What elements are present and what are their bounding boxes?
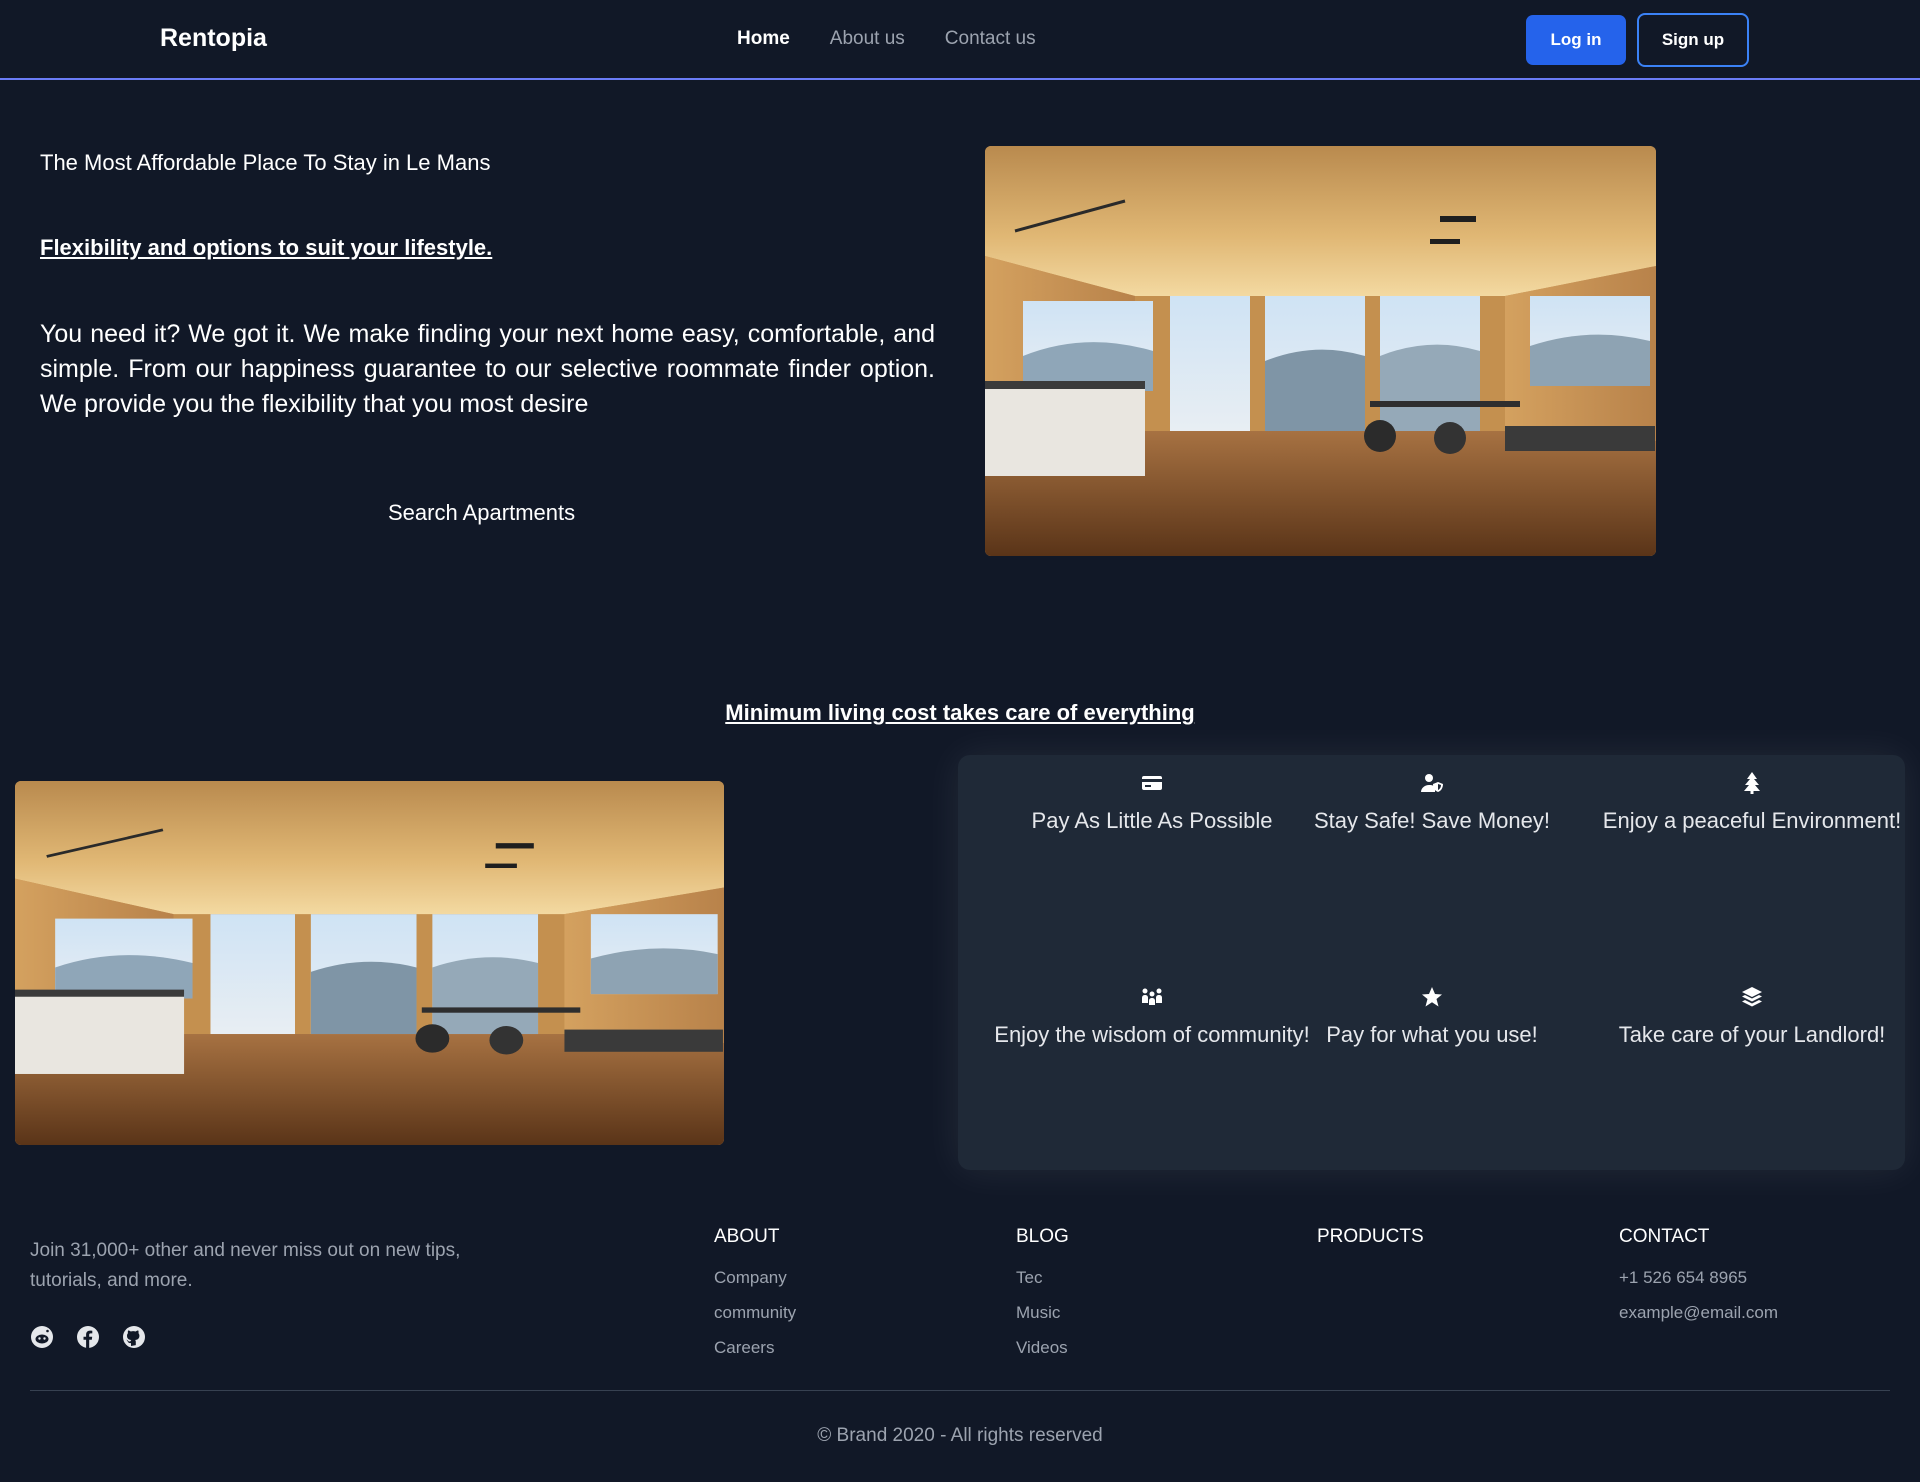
features-interior-image (15, 781, 724, 1145)
footer-contact-phone[interactable]: +1 526 654 8965 (1619, 1260, 1778, 1295)
footer-divider (30, 1390, 1890, 1391)
layers-icon (1740, 985, 1764, 1009)
nav-link-contact[interactable]: Contact us (945, 28, 1036, 50)
nav-link-about[interactable]: About us (830, 28, 905, 50)
feature-item: Pay As Little As Possible (992, 771, 1312, 838)
feature-item: Enjoy the wisdom of community! (992, 985, 1312, 1052)
feature-label: Enjoy the wisdom of community! (994, 1022, 1310, 1047)
people-group-icon (1140, 985, 1164, 1009)
feature-label: Pay for what you use! (1326, 1022, 1538, 1047)
github-icon[interactable] (122, 1325, 146, 1349)
feature-item: Pay for what you use! (1272, 985, 1592, 1052)
footer-column-title: PRODUCTS (1317, 1226, 1424, 1247)
facebook-icon[interactable] (76, 1325, 100, 1349)
footer-column-about: ABOUT Company community Careers (714, 1226, 796, 1365)
navbar: Rentopia Home About us Contact us Log in… (0, 0, 1920, 80)
brand-logo[interactable]: Rentopia (160, 24, 267, 53)
footer-column-blog: BLOG Tec Music Videos (1016, 1226, 1069, 1365)
feature-label: Stay Safe! Save Money! (1313, 808, 1551, 833)
hero-description: You need it? We got it. We make finding … (40, 320, 935, 418)
footer-link-careers[interactable]: Careers (714, 1330, 796, 1365)
features-panel: Pay As Little As Possible Stay Safe! Sav… (958, 755, 1905, 1170)
feature-label: Pay As Little As Possible (1031, 808, 1273, 833)
hero-heading: Flexibility and options to suit your lif… (40, 235, 493, 260)
hero-interior-image (985, 146, 1656, 556)
hero-tagline: The Most Affordable Place To Stay in Le … (40, 150, 491, 175)
social-links (30, 1325, 146, 1349)
search-apartments-link[interactable]: Search Apartments (388, 500, 575, 526)
features-heading: Minimum living cost takes care of everyt… (725, 700, 1195, 725)
feature-item: Stay Safe! Save Money! (1272, 771, 1592, 838)
star-icon (1420, 985, 1444, 1009)
credit-card-icon (1140, 771, 1164, 795)
footer-column-title: BLOG (1016, 1226, 1069, 1247)
nav-link-home[interactable]: Home (737, 28, 790, 50)
footer-column-products: PRODUCTS (1317, 1226, 1424, 1260)
footer-column-title: ABOUT (714, 1226, 780, 1247)
copyright-text: © Brand 2020 - All rights reserved (817, 1425, 1103, 1446)
newsletter-blurb: Join 31,000+ other and never miss out on… (30, 1240, 461, 1291)
footer-column-contact: CONTACT +1 526 654 8965 example@email.co… (1619, 1226, 1778, 1330)
user-shield-icon (1420, 771, 1444, 795)
footer-contact-email[interactable]: example@email.com (1619, 1295, 1778, 1330)
tree-icon (1740, 771, 1764, 795)
footer-link-company[interactable]: Company (714, 1260, 796, 1295)
footer-column-title: CONTACT (1619, 1226, 1710, 1247)
footer-link-music[interactable]: Music (1016, 1295, 1069, 1330)
feature-item: Enjoy a peaceful Environment! (1592, 771, 1912, 838)
feature-label: Enjoy a peaceful Environment! (1602, 808, 1902, 833)
footer-link-tec[interactable]: Tec (1016, 1260, 1069, 1295)
main-nav: Home About us Contact us (737, 28, 1036, 50)
reddit-icon[interactable] (30, 1325, 54, 1349)
signup-button[interactable]: Sign up (1637, 13, 1749, 67)
footer-link-videos[interactable]: Videos (1016, 1330, 1069, 1365)
feature-item: Take care of your Landlord! (1592, 985, 1912, 1052)
feature-label: Take care of your Landlord! (1618, 1022, 1886, 1047)
footer-link-community[interactable]: community (714, 1295, 796, 1330)
login-button[interactable]: Log in (1526, 15, 1626, 65)
